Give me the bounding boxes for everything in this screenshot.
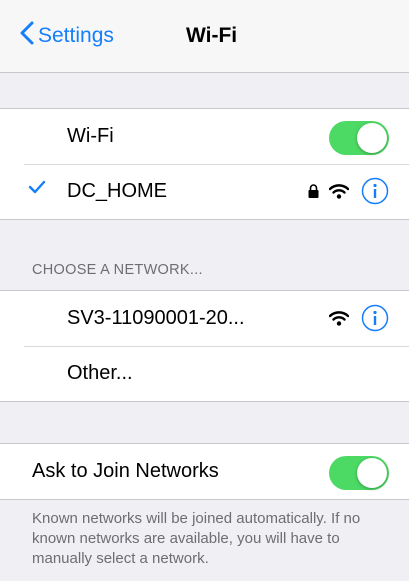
- networks-group: SV3-11090001-20... Other...: [0, 290, 409, 402]
- connected-network-row[interactable]: DC_HOME: [0, 164, 409, 219]
- switch-knob: [357, 123, 387, 153]
- ask-to-join-footer: Known networks will be joined automatica…: [32, 510, 361, 567]
- network-row[interactable]: SV3-11090001-20...: [0, 291, 409, 346]
- ask-to-join-switch[interactable]: [329, 456, 389, 490]
- wifi-signal-icon: [329, 310, 349, 326]
- other-network-row[interactable]: Other...: [0, 346, 409, 401]
- connected-network-name: DC_HOME: [67, 180, 168, 202]
- wifi-switch[interactable]: [329, 121, 389, 155]
- wifi-label: Wi-Fi: [67, 125, 114, 147]
- back-button-label: Settings: [38, 24, 114, 47]
- info-icon[interactable]: [361, 177, 389, 205]
- back-button[interactable]: Settings: [20, 21, 114, 51]
- lock-icon: [308, 184, 319, 198]
- chevron-left-icon: [20, 21, 38, 51]
- switch-knob: [357, 458, 387, 488]
- network-name: SV3-11090001-20...: [67, 307, 245, 329]
- wifi-toggle-row: Wi-Fi: [0, 109, 409, 164]
- network-status-icons: [308, 177, 389, 205]
- ask-to-join-group: Ask to Join Networks: [0, 443, 409, 500]
- network-status-icons: [329, 304, 389, 332]
- ask-to-join-row: Ask to Join Networks: [0, 444, 409, 499]
- other-network-label: Other...: [67, 362, 133, 384]
- info-icon[interactable]: [361, 304, 389, 332]
- navigation-bar: Settings Wi-Fi: [0, 0, 409, 73]
- ask-to-join-label: Ask to Join Networks: [32, 460, 219, 482]
- page-title: Wi-Fi: [186, 24, 238, 47]
- checkmark-icon: [28, 180, 46, 199]
- choose-network-header: CHOOSE A NETWORK...: [32, 262, 203, 278]
- wifi-group: Wi-Fi DC_HOME: [0, 108, 409, 220]
- wifi-signal-icon: [329, 183, 349, 199]
